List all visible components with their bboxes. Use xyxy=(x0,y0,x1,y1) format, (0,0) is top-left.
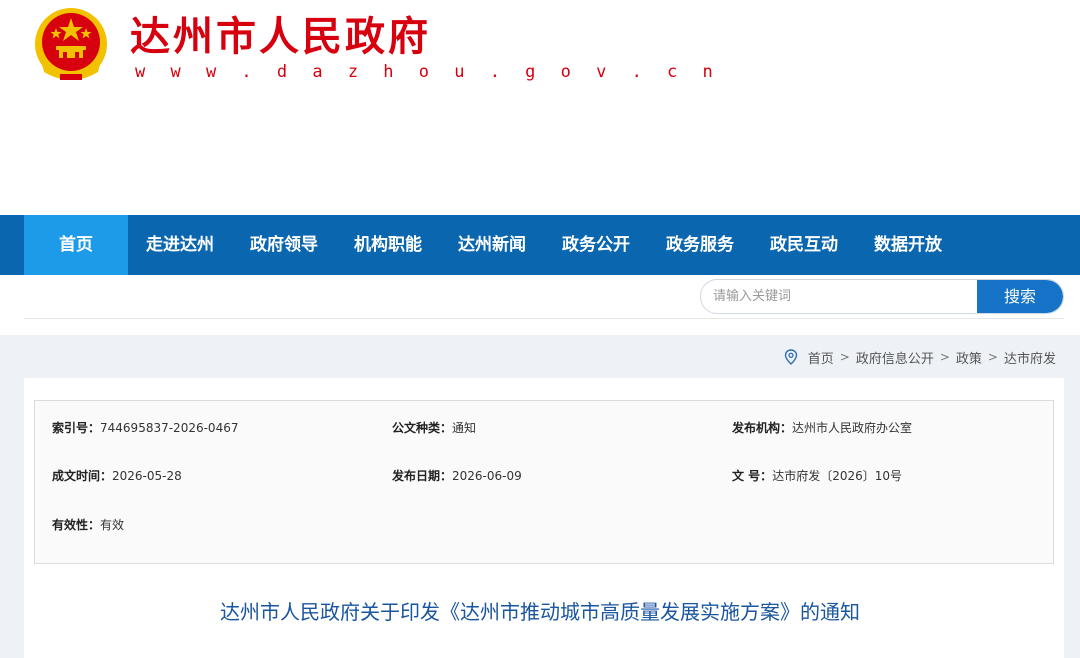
breadcrumb-policy[interactable]: 政策 xyxy=(956,348,982,367)
nav-item-interaction[interactable]: 政民互动 xyxy=(752,215,856,275)
info-validity-label: 有效性： xyxy=(52,518,101,532)
info-created-date: 成文时间：2026-05-28 xyxy=(52,467,182,484)
breadcrumb-home[interactable]: 首页 xyxy=(808,348,834,367)
national-emblem-icon[interactable] xyxy=(30,4,112,86)
breadcrumb-separator: > xyxy=(987,350,998,364)
info-publisher-value: 达州市人民政府办公室 xyxy=(792,421,913,435)
search-input[interactable] xyxy=(701,280,971,313)
nav-item-gov-affairs-open[interactable]: 政务公开 xyxy=(544,215,648,275)
nav-item-news[interactable]: 达州新闻 xyxy=(440,215,544,275)
info-publish-date: 发布日期：2026-06-09 xyxy=(392,467,522,484)
breadcrumb: 首页 > 政府信息公开 > 政策 > 达市府发 xyxy=(784,348,1056,367)
info-publisher: 发布机构：达州市人民政府办公室 xyxy=(732,419,912,436)
site-name[interactable]: 达州市人民政府 xyxy=(130,4,431,62)
breadcrumb-separator: > xyxy=(839,350,850,364)
nav-item-gov-services[interactable]: 政务服务 xyxy=(648,215,752,275)
info-doc-type-label: 公文种类： xyxy=(392,421,453,435)
search-button[interactable]: 搜索 xyxy=(977,280,1063,313)
breadcrumb-separator: > xyxy=(939,350,950,364)
info-index-no: 索引号：744695837-2026-0467 xyxy=(52,419,238,436)
info-doc-type: 公文种类：通知 xyxy=(392,419,476,436)
breadcrumb-current[interactable]: 达市府发 xyxy=(1004,348,1056,367)
info-publisher-label: 发布机构： xyxy=(732,421,793,435)
nav-item-home[interactable]: 首页 xyxy=(24,215,128,275)
info-index-no-value: 744695837-2026-0467 xyxy=(100,421,239,435)
info-doc-number-label: 文 号： xyxy=(732,469,773,483)
nav-item-about-dazhou[interactable]: 走进达州 xyxy=(128,215,232,275)
info-doc-number-value: 达市府发〔2026〕10号 xyxy=(772,469,902,483)
info-doc-number: 文 号：达市府发〔2026〕10号 xyxy=(732,467,902,484)
document-title: 达州市人民政府关于印发《达州市推动城市高质量发展实施方案》的通知 xyxy=(220,600,860,624)
info-doc-type-value: 通知 xyxy=(452,421,477,435)
breadcrumb-gov-info[interactable]: 政府信息公开 xyxy=(856,348,934,367)
location-pin-icon xyxy=(784,349,797,365)
nav-item-open-data[interactable]: 数据开放 xyxy=(856,215,960,275)
info-validity: 有效性：有效 xyxy=(52,516,124,533)
info-created-date-value: 2026-05-28 xyxy=(112,469,182,483)
info-index-no-label: 索引号： xyxy=(52,421,101,435)
info-created-date-label: 成文时间： xyxy=(52,469,113,483)
info-publish-date-value: 2026-06-09 xyxy=(452,469,522,483)
nav-item-leaders[interactable]: 政府领导 xyxy=(232,215,336,275)
divider xyxy=(24,318,1064,319)
info-publish-date-label: 发布日期： xyxy=(392,469,453,483)
site-header: 达州市人民政府 w w w . d a z h o u . g o v . c … xyxy=(0,0,1080,215)
nav-item-institutions[interactable]: 机构职能 xyxy=(336,215,440,275)
search-box: 搜索 xyxy=(700,279,1064,314)
main-nav: 首页 走进达州 政府领导 机构职能 达州新闻 政务公开 政务服务 政民互动 数据… xyxy=(0,215,1080,275)
info-validity-value: 有效 xyxy=(100,518,125,532)
site-url[interactable]: w w w . d a z h o u . g o v . c n xyxy=(135,62,720,82)
